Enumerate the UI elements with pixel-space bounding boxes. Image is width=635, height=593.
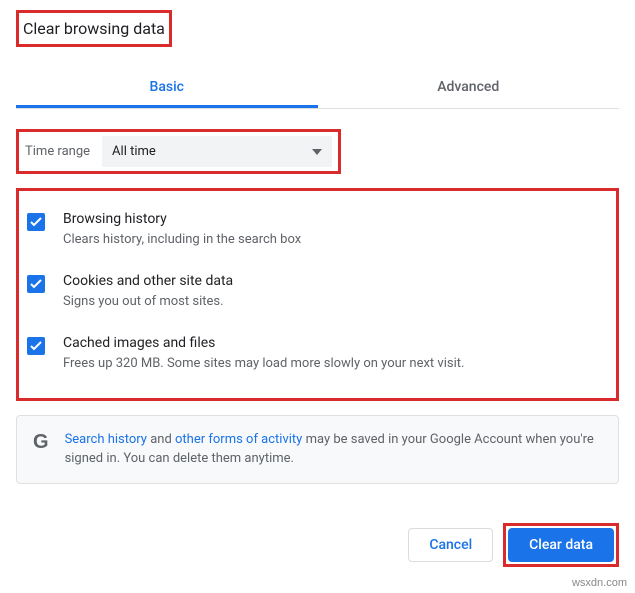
item-desc: Clears history, including in the search … [63,231,301,249]
notice-text: Search history and other forms of activi… [65,430,602,469]
time-range-value: All time [112,144,156,159]
other-activity-link[interactable]: other forms of activity [175,432,302,447]
list-item: Cookies and other site data Signs you ou… [27,263,608,325]
data-types-list: Browsing history Clears history, includi… [16,188,619,401]
time-range-label: Time range [25,144,90,159]
google-icon: G [33,432,49,452]
dialog-footer: Cancel Clear data [408,523,619,567]
chevron-down-icon [312,149,322,155]
watermark: wsxdn.com [572,577,627,589]
clear-browsing-data-dialog: Clear browsing data Basic Advanced Time … [0,0,635,500]
item-desc: Signs you out of most sites. [63,293,233,311]
tab-bar: Basic Advanced [16,67,619,109]
check-icon [30,341,42,351]
dialog-title: Clear browsing data [19,13,169,44]
google-account-notice: G Search history and other forms of acti… [16,415,619,484]
tab-basic[interactable]: Basic [16,67,318,108]
item-title: Browsing history [63,211,301,227]
checkbox-cookies[interactable] [27,275,45,293]
time-range-select[interactable]: All time [102,136,332,167]
cancel-button[interactable]: Cancel [408,528,493,562]
list-item: Cached images and files Frees up 320 MB.… [27,325,608,387]
item-desc: Frees up 320 MB. Some sites may load mor… [63,355,464,373]
tab-advanced[interactable]: Advanced [318,67,620,108]
item-title: Cookies and other site data [63,273,233,289]
checkbox-browsing-history[interactable] [27,213,45,231]
search-history-link[interactable]: Search history [65,432,147,447]
check-icon [30,279,42,289]
time-range-row: Time range All time [16,129,341,174]
clear-data-button[interactable]: Clear data [508,528,614,562]
checkbox-cached[interactable] [27,337,45,355]
item-title: Cached images and files [63,335,464,351]
list-item: Browsing history Clears history, includi… [27,201,608,263]
check-icon [30,217,42,227]
